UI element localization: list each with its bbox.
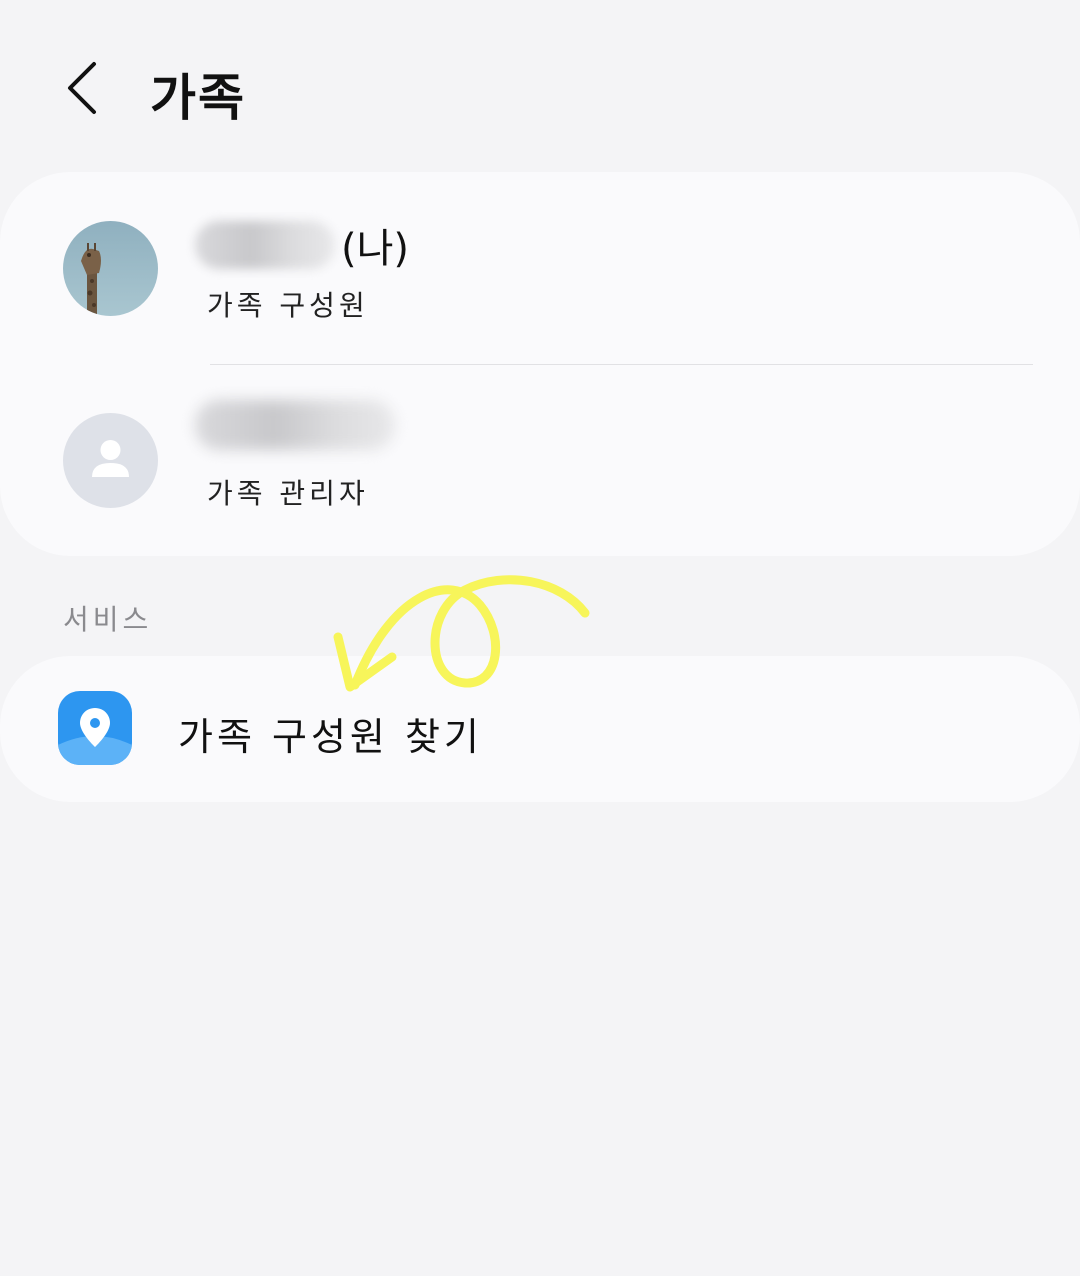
header: 가족 xyxy=(0,0,1080,170)
blurred-name xyxy=(195,221,335,269)
member-name: (나) xyxy=(195,216,409,276)
members-card: (나) 가족 구성원 가족 관리자 xyxy=(0,172,1080,556)
member-row-manager[interactable]: 가족 관리자 xyxy=(0,364,1080,556)
back-button[interactable] xyxy=(52,52,116,124)
member-role: 가족 구성원 xyxy=(207,289,369,322)
giraffe-photo xyxy=(63,221,158,316)
person-icon xyxy=(63,413,158,508)
find-family-button[interactable]: 가족 구성원 찾기 xyxy=(0,656,1080,802)
chevron-left-icon xyxy=(68,62,96,114)
member-name xyxy=(195,400,395,460)
service-label: 가족 구성원 찾기 xyxy=(178,715,483,759)
section-label-services: 서비스 xyxy=(63,603,153,636)
page-title: 가족 xyxy=(150,69,246,127)
services-card: 가족 구성원 찾기 xyxy=(0,656,1080,802)
avatar xyxy=(63,221,158,316)
member-role: 가족 관리자 xyxy=(207,477,369,510)
member-row-self[interactable]: (나) 가족 구성원 xyxy=(0,172,1080,364)
location-pin-icon xyxy=(58,691,132,765)
name-suffix: (나) xyxy=(341,226,410,272)
avatar xyxy=(63,413,158,508)
blurred-name xyxy=(195,400,395,450)
